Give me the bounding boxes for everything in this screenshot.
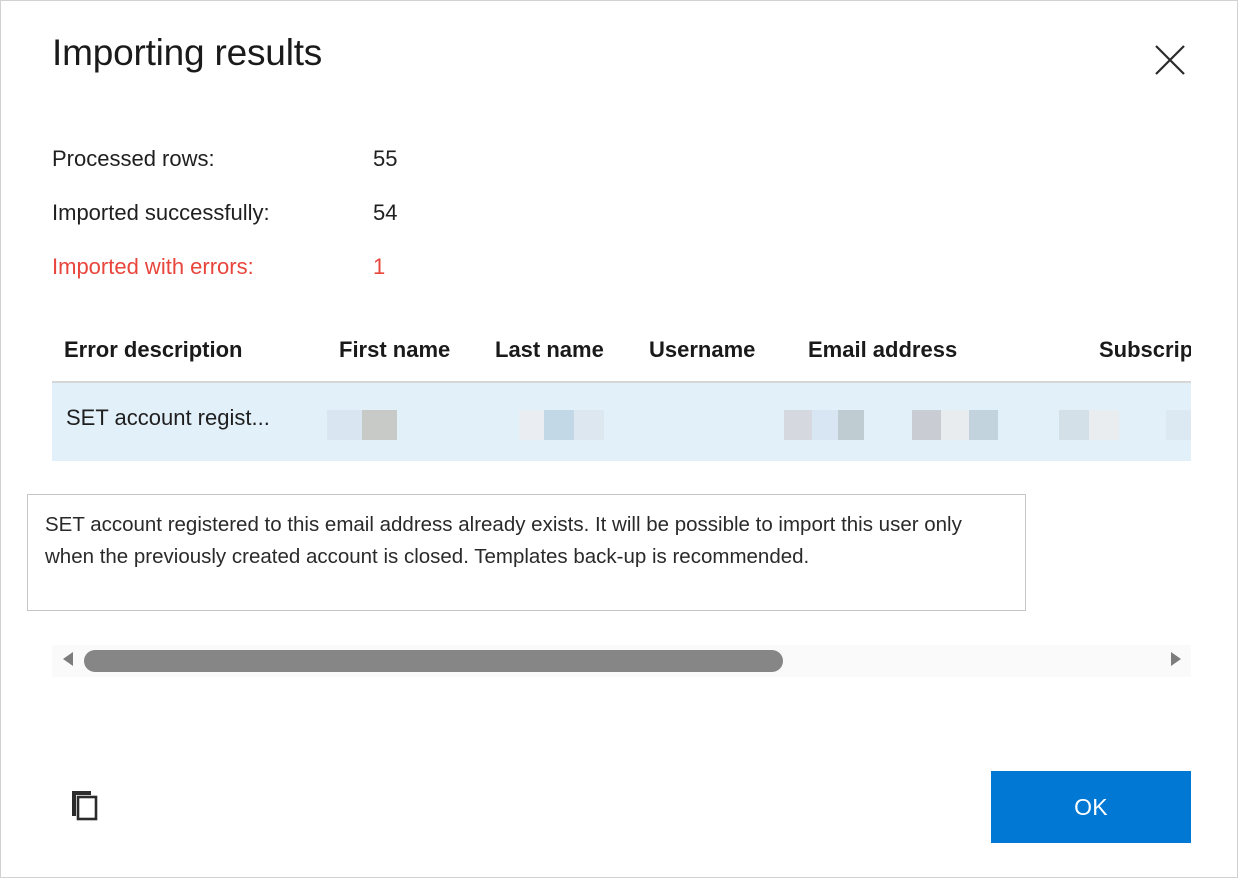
triangle-right-icon	[1168, 651, 1182, 672]
summary-value-errors: 1	[373, 254, 386, 279]
scroll-left-button[interactable]	[52, 645, 84, 677]
table-inner: Error description First name Last name User…	[52, 323, 1191, 461]
cell-error-description: SET account regist...	[66, 405, 270, 430]
summary-row-errors: Imported with errors: 1	[52, 240, 472, 294]
column-header-4[interactable]: Email address	[808, 337, 957, 363]
redacted-cell-block	[1089, 410, 1119, 440]
redacted-cell-block	[812, 410, 838, 440]
summary-label-imported: Imported successfully:	[52, 200, 270, 225]
redacted-cell-block	[838, 410, 864, 440]
scroll-thumb[interactable]	[84, 650, 783, 672]
redacted-cell-block	[912, 410, 941, 440]
table-row[interactable]: SET account regist...	[52, 381, 1191, 461]
column-header-1[interactable]: First name	[339, 337, 450, 363]
ok-button[interactable]: OK	[991, 771, 1191, 843]
redacted-cell-block	[1059, 410, 1089, 440]
page-title: Importing results	[52, 32, 323, 73]
scroll-right-button[interactable]	[1159, 645, 1191, 677]
horizontal-scrollbar[interactable]	[52, 645, 1191, 677]
scroll-track[interactable]	[84, 645, 1159, 677]
redacted-cell-block	[327, 410, 362, 440]
import-summary: Processed rows: 55 Imported successfully…	[52, 132, 472, 294]
summary-label-processed: Processed rows:	[52, 146, 215, 171]
column-header-0[interactable]: Error description	[64, 337, 242, 363]
summary-value-processed: 55	[373, 146, 398, 171]
copy-button[interactable]	[63, 784, 107, 828]
redacted-cell-block	[941, 410, 969, 440]
redacted-cell-block	[574, 410, 604, 440]
redacted-cell-block	[969, 410, 998, 440]
redacted-cell-block	[544, 410, 574, 440]
column-header-2[interactable]: Last name	[495, 337, 604, 363]
redacted-cell-block	[519, 410, 544, 440]
close-button[interactable]	[1147, 37, 1193, 83]
summary-value-imported: 54	[373, 200, 398, 225]
dialog-header: Importing results	[1, 1, 1237, 111]
redacted-cell-block	[784, 410, 812, 440]
redacted-cell-block	[362, 410, 397, 440]
copy-icon	[69, 788, 101, 825]
summary-row-processed: Processed rows: 55	[52, 132, 472, 186]
importing-results-dialog: Importing results Processed rows: 55 Imp…	[0, 0, 1238, 878]
redacted-cell-block	[1166, 410, 1191, 440]
column-header-5[interactable]: Subscrip	[1099, 337, 1191, 363]
triangle-left-icon	[61, 651, 75, 672]
error-detail-box: SET account registered to this email add…	[27, 494, 1026, 611]
column-header-3[interactable]: Username	[649, 337, 755, 363]
summary-label-errors: Imported with errors:	[52, 254, 254, 279]
errors-table: Error description First name Last name User…	[52, 323, 1191, 463]
error-detail-text: SET account registered to this email add…	[45, 513, 962, 568]
summary-row-imported: Imported successfully: 54	[52, 186, 472, 240]
close-icon	[1153, 43, 1187, 77]
table-header-row: Error description First name Last name User…	[52, 323, 1191, 381]
